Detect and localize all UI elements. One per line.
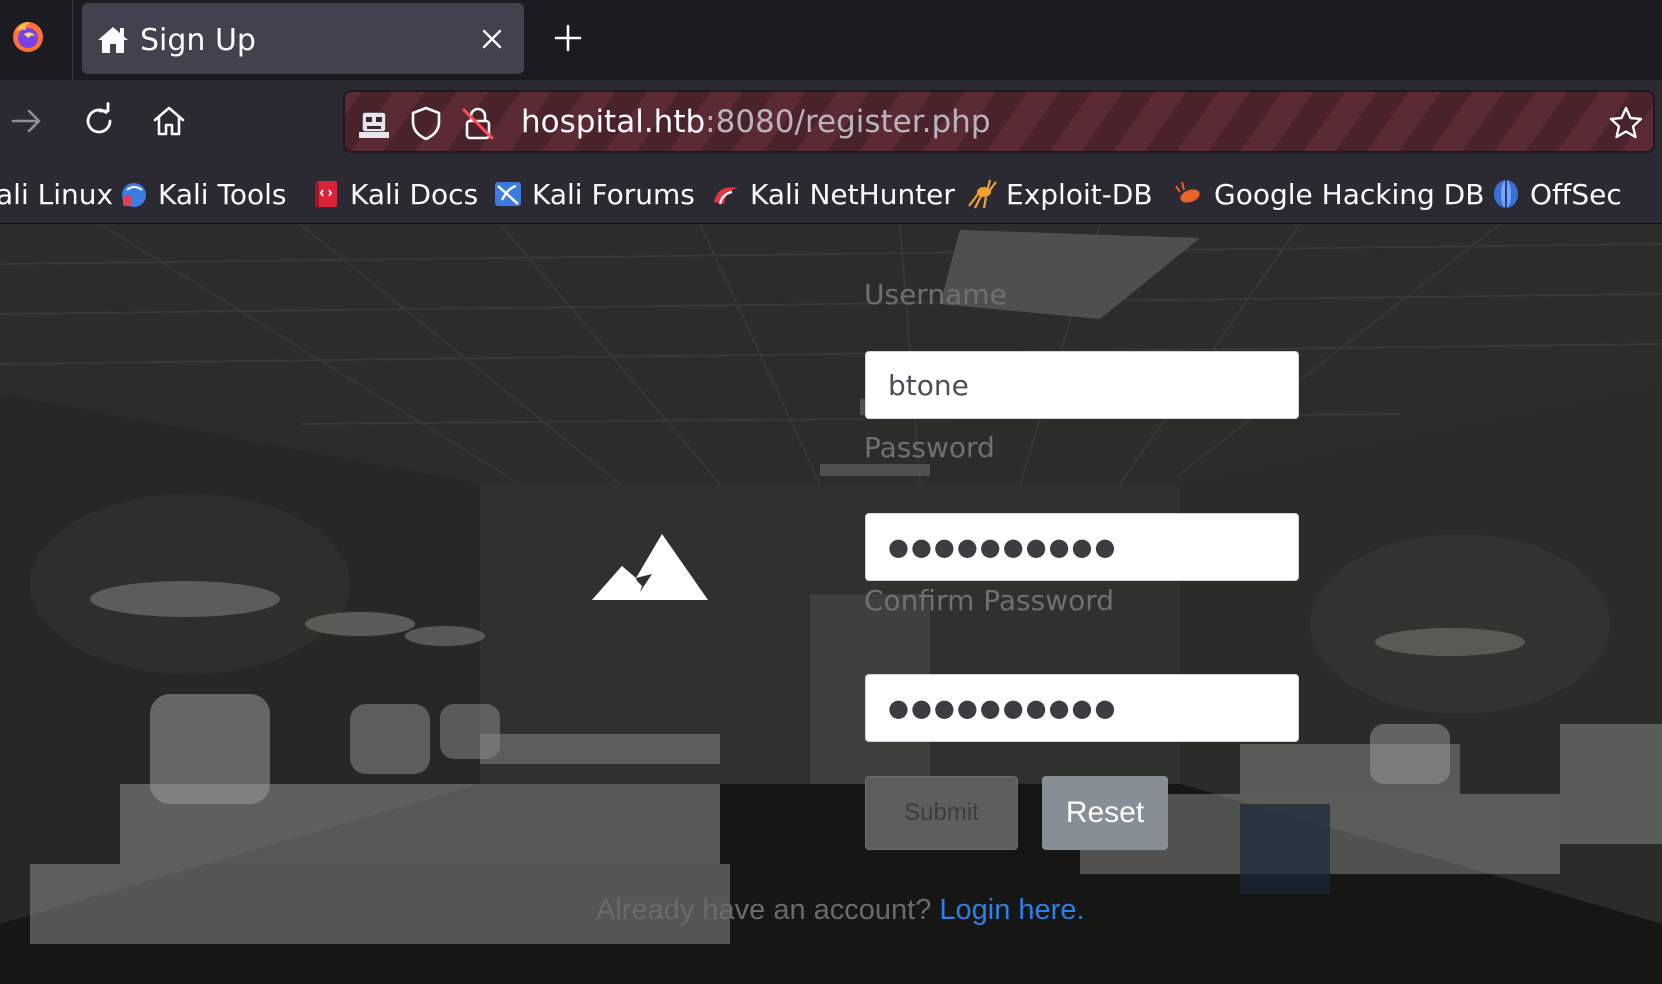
robot-icon[interactable] [355,104,393,142]
tab-title: Sign Up [140,23,256,58]
bookmark-label: Kali Forums [532,177,695,211]
login-link[interactable]: Login here [939,894,1076,926]
navigation-bar: hospital.htb:8080/register.php [0,80,1662,164]
kali-forums-icon [495,182,521,206]
tab-strip: Sign Up [0,0,1662,80]
bookmark-kali-nethunter[interactable]: Kali NetHunter [710,176,955,212]
bookmark-label: Google Hacking DB [1214,177,1485,211]
password-label: Password [864,431,995,464]
bookmark-label: ali Linux [0,177,114,211]
bookmark-google-hacking-db[interactable]: Google Hacking DB [1174,176,1484,212]
reload-icon[interactable] [80,102,118,140]
bookmark-label: Exploit-DB [1006,177,1153,211]
exploit-db-icon [968,179,997,209]
mountain-logo-icon [592,534,708,600]
bookmark-offsec[interactable]: OffSec [1490,176,1622,212]
new-tab-plus-icon[interactable] [552,22,584,54]
bookmark-kali-docs[interactable]: Kali Docs [310,176,478,212]
background-dim-overlay [0,224,1662,984]
username-input[interactable] [865,351,1299,419]
url-text[interactable]: hospital.htb:8080/register.php [521,104,991,140]
bookmarks-toolbar: ali Linux Kali Tools Kali Docs Kali Foru… [0,164,1662,224]
login-suffix: . [1076,894,1085,926]
login-prompt: Already have an account? Login here. [596,894,1085,927]
insecure-lock-icon[interactable] [459,104,497,142]
home-icon [98,27,128,53]
url-path: :8080/register.php [705,104,991,140]
url-bar[interactable]: hospital.htb:8080/register.php [343,90,1655,153]
register-page: Username Password Confirm Password Submi… [0,224,1662,984]
bookmark-star-icon[interactable] [1607,104,1645,142]
tab-separator [72,0,73,80]
shield-icon[interactable] [407,104,445,142]
offsec-icon [1494,180,1518,208]
bookmark-label: OffSec [1530,177,1622,211]
password-input[interactable] [865,513,1299,581]
reset-button[interactable]: Reset [1042,776,1168,850]
bookmark-label: Kali Docs [350,177,479,211]
confirm-password-input[interactable] [865,674,1299,742]
kali-nethunter-icon [714,187,738,205]
username-label: Username [864,278,1007,311]
forward-arrow-icon[interactable] [8,102,46,140]
bookmark-kali-forums[interactable]: Kali Forums [492,176,695,212]
url-host: hospital.htb [521,104,706,140]
bookmark-label: Kali Tools [158,177,287,211]
kali-docs-icon [315,181,337,207]
login-prompt-text: Already have an account? [596,894,932,926]
bookmark-kali-linux[interactable]: ali Linux [0,176,113,212]
bookmark-kali-tools[interactable]: Kali Tools [118,176,286,212]
tab-sign-up[interactable]: Sign Up [82,3,524,74]
close-icon[interactable] [478,25,506,53]
submit-button[interactable]: Submit [865,776,1018,850]
firefox-icon[interactable] [10,18,46,54]
google-hacking-db-icon [1175,181,1200,203]
home-button-icon[interactable] [150,102,188,140]
bookmark-exploit-db[interactable]: Exploit-DB [966,176,1153,212]
kali-tools-icon [122,183,146,207]
bookmark-label: Kali NetHunter [750,177,955,211]
confirm-password-label: Confirm Password [864,584,1115,617]
